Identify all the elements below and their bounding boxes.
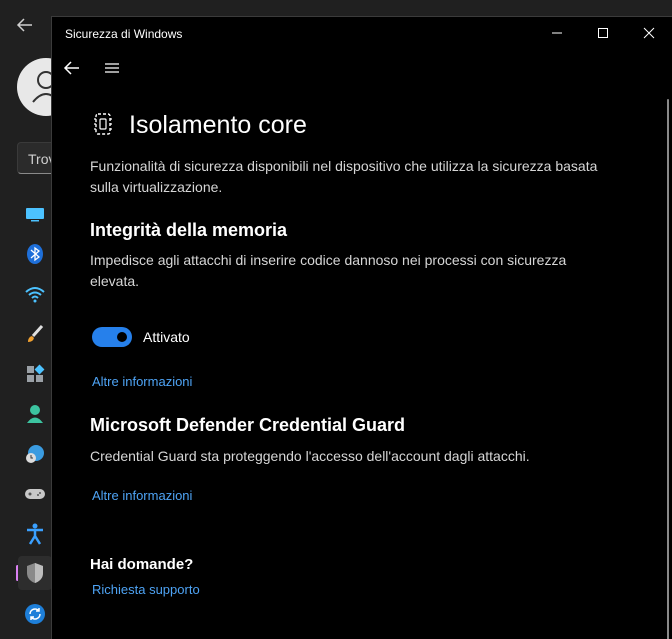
windows-security-window: Sicurezza di Windows Isolamento core Fun… [51,16,672,639]
memory-integrity-more-info-link[interactable]: Altre informazioni [92,374,192,389]
title-bar[interactable]: Sicurezza di Windows [52,17,672,49]
window-title: Sicurezza di Windows [65,27,183,41]
apps-icon[interactable] [18,357,52,391]
maximize-button[interactable] [580,17,626,49]
accessibility-icon[interactable] [18,517,52,551]
close-button[interactable] [626,17,672,49]
memory-integrity-toggle-label: Attivato [143,329,190,345]
hamburger-menu-icon[interactable] [103,61,121,75]
bluetooth-icon[interactable] [18,237,52,271]
accounts-icon[interactable] [18,397,52,431]
scrollbar[interactable] [667,99,669,639]
toggle-knob [117,332,127,342]
page-description: Funzionalità di sicurezza disponibili ne… [90,158,598,195]
page-title: Isolamento core [129,111,307,139]
back-arrow-icon[interactable] [14,14,36,36]
personalization-brush-icon[interactable] [18,317,52,351]
core-isolation-chip-icon [92,110,114,138]
credential-guard-description: Credential Guard sta proteggendo l'acces… [90,448,530,464]
support-request-link[interactable]: Richiesta supporto [92,582,200,597]
memory-integrity-description: Impedisce agli attacchi di inserire codi… [90,252,567,289]
minimize-button[interactable] [534,17,580,49]
network-wifi-icon[interactable] [18,277,52,311]
memory-integrity-toggle[interactable] [92,327,132,347]
privacy-security-shield-icon[interactable] [18,556,52,590]
back-arrow-icon[interactable] [61,57,83,79]
gaming-controller-icon[interactable] [18,477,52,511]
system-icon[interactable] [18,197,52,231]
time-language-icon[interactable] [18,437,52,471]
credential-guard-title: Microsoft Defender Credential Guard [90,415,406,435]
help-title: Hai domande? [90,556,194,573]
memory-integrity-title: Integrità della memoria [90,220,288,240]
windows-update-icon[interactable] [18,597,52,631]
credential-guard-more-info-link[interactable]: Altre informazioni [92,488,192,503]
